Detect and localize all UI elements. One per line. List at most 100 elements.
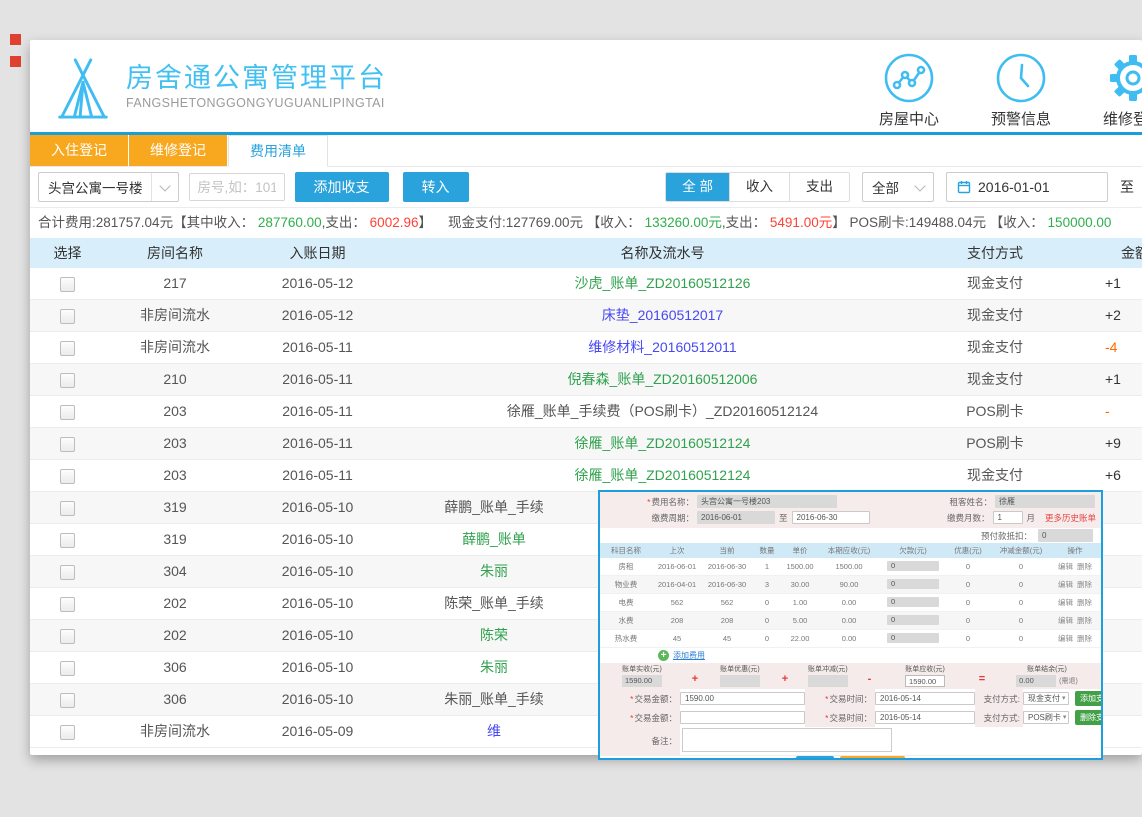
fee-cell: 0.00 [818, 630, 880, 647]
bill-link[interactable]: 维 [487, 723, 501, 739]
delete-link[interactable]: 删除 [1077, 580, 1092, 589]
bill-link[interactable]: 徐雁_账单_手续费（POS刷卡）_ZD20160512124 [507, 403, 818, 419]
row-checkbox[interactable] [60, 501, 75, 516]
debt-input[interactable]: 0 [887, 561, 939, 571]
row-checkbox[interactable] [60, 565, 75, 580]
debt-input[interactable]: 0 [887, 615, 939, 625]
total-value[interactable]: 1590.00 [905, 675, 945, 687]
bill-link[interactable]: 薛鹏_账单_手续 [444, 499, 544, 515]
payment-cell: 现金支付 [935, 332, 1055, 363]
row-checkbox[interactable] [60, 405, 75, 420]
transfer-in-button[interactable]: 转入 [403, 172, 469, 202]
bill-link[interactable]: 倪春森_账单_ZD20160512006 [568, 371, 758, 387]
edit-link[interactable]: 编辑 [1058, 562, 1073, 571]
date-cell: 2016-05-12 [245, 268, 390, 299]
debt-input[interactable]: 0 [887, 597, 939, 607]
period-to-input[interactable]: 2016-06-30 [792, 511, 870, 524]
bill-link[interactable]: 徐雁_账单_ZD20160512124 [575, 435, 751, 451]
history-bills-link[interactable]: 更多历史账单 [1045, 512, 1096, 524]
amount-cell: +2 [1055, 300, 1142, 331]
tab-3[interactable]: 费用清单 [228, 135, 328, 167]
row-checkbox[interactable] [60, 277, 75, 292]
bill-link[interactable]: 陈荣 [480, 627, 508, 643]
row-checkbox[interactable] [60, 629, 75, 644]
segment-2[interactable]: 收入 [730, 173, 790, 201]
bill-link[interactable]: 沙虎_账单_ZD20160512126 [575, 275, 751, 291]
fee-cell: 0 [880, 594, 946, 611]
row-checkbox[interactable] [60, 437, 75, 452]
transaction-time-input[interactable]: 2016-05-14 [875, 692, 975, 705]
edit-link[interactable]: 编辑 [1058, 580, 1073, 589]
row-checkbox[interactable] [60, 725, 75, 740]
remark-textarea[interactable] [682, 728, 892, 752]
fee-cell: 0 [990, 594, 1052, 611]
room-cell: 203 [105, 428, 245, 459]
header-nav: 房屋中心 预警信息 [866, 52, 1142, 129]
payment-method-select[interactable]: POS刷卡▾ [1023, 711, 1069, 724]
field-label: *交易金额： [600, 689, 680, 708]
add-fee-link[interactable]: 添加费用 [673, 650, 705, 661]
segment-3[interactable]: 支出 [790, 173, 849, 201]
nav-repair-register[interactable]: 维修登记 [1090, 52, 1142, 129]
transaction-time-input[interactable]: 2016-05-14 [875, 711, 975, 724]
payment-method-select[interactable]: 现金支付▾ [1023, 692, 1069, 705]
table-header: 选择房间名称入账日期名称及流水号支付方式金额 [30, 238, 1142, 268]
bill-link[interactable]: 徐雁_账单_ZD20160512124 [575, 467, 751, 483]
row-checkbox[interactable] [60, 597, 75, 612]
row-checkbox[interactable] [60, 341, 75, 356]
building-select[interactable]: 头宫公寓一号楼 [38, 172, 179, 202]
add-income-expense-button[interactable]: 添加收支 [295, 172, 389, 202]
row-checkbox[interactable] [60, 661, 75, 676]
remove-payment-method-button[interactable]: 删除支付方式 [1075, 710, 1103, 725]
tenant-name-input[interactable]: 徐雁 [995, 495, 1095, 508]
nav-house-center[interactable]: 房屋中心 [866, 52, 952, 129]
tab-1[interactable]: 入住登记 [30, 135, 129, 166]
fee-cell: 0 [752, 630, 782, 647]
room-number-input[interactable] [189, 173, 285, 201]
bill-link[interactable]: 床垫_20160512017 [602, 307, 723, 323]
bill-link[interactable]: 陈荣_账单_手续 [444, 595, 544, 611]
bill-link[interactable]: 朱丽_账单_手续 [444, 691, 544, 707]
row-checkbox[interactable] [60, 373, 75, 388]
nav-warning-info[interactable]: 预警信息 [978, 52, 1064, 129]
row-checkbox[interactable] [60, 309, 75, 324]
debt-input[interactable]: 0 [887, 579, 939, 589]
tab-2[interactable]: 维修登记 [129, 135, 228, 166]
edit-link[interactable]: 编辑 [1058, 616, 1073, 625]
delete-link[interactable]: 删除 [1077, 616, 1092, 625]
period-from-input[interactable]: 2016-06-01 [697, 511, 775, 524]
months-input[interactable]: 1 [993, 511, 1023, 524]
delete-link[interactable]: 删除 [1077, 598, 1092, 607]
transaction-amount-input[interactable] [680, 711, 805, 724]
operator: + [692, 673, 698, 685]
row-checkbox[interactable] [60, 469, 75, 484]
total-box: 账单结余(元)0.00(需退) [999, 665, 1095, 687]
fee-cell: 2016-06-30 [702, 576, 752, 593]
field-label: *交易时间： [805, 689, 875, 708]
delete-link[interactable]: 删除 [1077, 634, 1092, 643]
fee-cell: 0 [880, 558, 946, 575]
bill-link[interactable]: 朱丽 [480, 659, 508, 675]
date-from-input[interactable]: 2016-01-01 [946, 172, 1108, 202]
save-button[interactable]: 保 存 [796, 756, 833, 761]
delete-link[interactable]: 删除 [1077, 562, 1092, 571]
bill-name-input[interactable]: 头宫公寓一号楼203 [697, 495, 837, 508]
row-checkbox[interactable] [60, 693, 75, 708]
prepay-input[interactable]: 0 [1038, 529, 1093, 542]
debt-input[interactable]: 0 [887, 633, 939, 643]
bill-link[interactable]: 朱丽 [480, 563, 508, 579]
transaction-amount-input[interactable]: 1590.00 [680, 692, 805, 705]
fee-row: 房租2016-06-012016-06-3011500.001500.00000… [600, 558, 1101, 576]
bill-link[interactable]: 维修材料_20160512011 [588, 339, 736, 355]
summary-text: ,支出： [722, 215, 770, 230]
row-checkbox[interactable] [60, 533, 75, 548]
bill-link[interactable]: 薛鹏_账单 [462, 531, 526, 547]
fee-column-header: 当前 [702, 543, 752, 558]
remark-label: 备注： [600, 727, 680, 755]
add-payment-method-button[interactable]: 添加支付方式 [1075, 691, 1103, 706]
category-select[interactable]: 全部 [862, 172, 934, 202]
return-house-center-button[interactable]: 返回房屋中心 [840, 756, 905, 761]
edit-link[interactable]: 编辑 [1058, 598, 1073, 607]
segment-1[interactable]: 全 部 [666, 173, 730, 201]
edit-link[interactable]: 编辑 [1058, 634, 1073, 643]
